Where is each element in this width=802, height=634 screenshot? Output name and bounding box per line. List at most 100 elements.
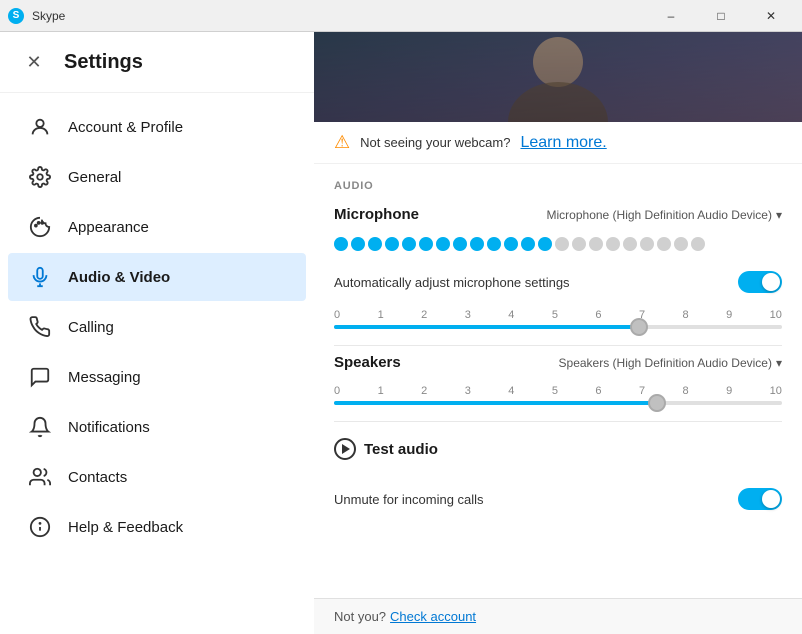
test-audio-button[interactable]: Test audio — [334, 430, 782, 468]
nav-item-messaging[interactable]: Messaging — [8, 353, 306, 401]
s-tick-1: 1 — [378, 385, 384, 397]
dot-14 — [555, 237, 569, 251]
speakers-dropdown[interactable]: Speakers (High Definition Audio Device) … — [559, 356, 782, 370]
audio-section-label: AUDIO — [334, 180, 782, 192]
nav-label-account: Account & Profile — [68, 119, 183, 136]
s-tick-2: 2 — [421, 385, 427, 397]
titlebar-left: S Skype — [8, 8, 65, 24]
dot-10 — [487, 237, 501, 251]
test-audio-label: Test audio — [364, 441, 438, 458]
person-icon — [28, 115, 52, 139]
tick-0: 0 — [334, 309, 340, 321]
divider-1 — [334, 345, 782, 346]
nav-label-notifications: Notifications — [68, 419, 150, 436]
tick-1: 1 — [378, 309, 384, 321]
not-you-bar: Not you? Check account — [314, 598, 802, 634]
speakers-device-name: Speakers (High Definition Audio Device) — [559, 356, 772, 370]
dot-7 — [436, 237, 450, 251]
play-triangle-icon — [342, 444, 350, 454]
play-icon — [334, 438, 356, 460]
message-icon — [28, 365, 52, 389]
tick-6: 6 — [595, 309, 601, 321]
slider-fill-1 — [334, 325, 639, 329]
dot-6 — [419, 237, 433, 251]
info-icon — [28, 515, 52, 539]
nav-item-account[interactable]: Account & Profile — [8, 103, 306, 151]
maximize-button[interactable]: □ — [698, 0, 744, 32]
dot-15 — [572, 237, 586, 251]
close-button[interactable]: ✕ — [748, 0, 794, 32]
auto-adjust-row: Automatically adjust microphone settings — [334, 263, 782, 301]
warning-icon: ⚠ — [334, 132, 350, 153]
gear-icon — [28, 165, 52, 189]
divider-2 — [334, 421, 782, 422]
auto-adjust-toggle[interactable] — [738, 271, 782, 293]
dot-4 — [385, 237, 399, 251]
phone-icon — [28, 315, 52, 339]
nav-item-audio-video[interactable]: Audio & Video — [8, 253, 306, 301]
nav-item-appearance[interactable]: Appearance — [8, 203, 306, 251]
learn-more-link[interactable]: Learn more. — [520, 134, 606, 152]
speakers-row: Speakers Speakers (High Definition Audio… — [334, 354, 782, 371]
webcam-preview — [314, 32, 802, 122]
dot-20 — [657, 237, 671, 251]
nav-label-audio-video: Audio & Video — [68, 269, 170, 286]
nav-label-help: Help & Feedback — [68, 519, 183, 536]
contacts-icon — [28, 465, 52, 489]
s-tick-5: 5 — [552, 385, 558, 397]
dot-17 — [606, 237, 620, 251]
nav-item-calling[interactable]: Calling — [8, 303, 306, 351]
toggle-knob — [762, 273, 780, 291]
microphone-device-name: Microphone (High Definition Audio Device… — [547, 208, 772, 222]
unmute-toggle[interactable] — [738, 488, 782, 510]
bell-icon — [28, 415, 52, 439]
dot-19 — [640, 237, 654, 251]
s-tick-4: 4 — [508, 385, 514, 397]
nav-item-general[interactable]: General — [8, 153, 306, 201]
s-tick-10: 10 — [770, 385, 782, 397]
dot-16 — [589, 237, 603, 251]
tick-5: 5 — [552, 309, 558, 321]
s-tick-9: 9 — [726, 385, 732, 397]
unmute-toggle-knob — [762, 490, 780, 508]
tick-2: 2 — [421, 309, 427, 321]
dot-22 — [691, 237, 705, 251]
microphone-dropdown[interactable]: Microphone (High Definition Audio Device… — [547, 208, 782, 222]
nav-item-contacts[interactable]: Contacts — [8, 453, 306, 501]
microphone-row: Microphone Microphone (High Definition A… — [334, 206, 782, 223]
dot-1 — [334, 237, 348, 251]
settings-close-button[interactable]: ✕ — [20, 48, 48, 76]
dot-8 — [453, 237, 467, 251]
nav-item-help[interactable]: Help & Feedback — [8, 503, 306, 551]
titlebar: S Skype – □ ✕ — [0, 0, 802, 32]
slider-thumb-1[interactable] — [630, 318, 648, 336]
unmute-label: Unmute for incoming calls — [334, 492, 484, 507]
titlebar-title: Skype — [32, 9, 65, 23]
mic-icon — [28, 265, 52, 289]
dot-9 — [470, 237, 484, 251]
dot-21 — [674, 237, 688, 251]
not-you-text: Not you? — [334, 609, 386, 624]
s-tick-7: 7 — [639, 385, 645, 397]
nav-label-calling: Calling — [68, 319, 114, 336]
settings-header: ✕ Settings — [0, 32, 314, 93]
speakers-label: Speakers — [334, 354, 401, 371]
slider-thumb-2[interactable] — [648, 394, 666, 412]
settings-panel: ✕ Settings Account & Profile — [0, 32, 314, 634]
minimize-button[interactable]: – — [648, 0, 694, 32]
speakers-slider[interactable] — [334, 401, 782, 405]
unmute-row: Unmute for incoming calls — [334, 480, 782, 518]
slider-fill-2 — [334, 401, 657, 405]
microphone-slider[interactable] — [334, 325, 782, 329]
tick-9: 9 — [726, 309, 732, 321]
check-account-link[interactable]: Check account — [390, 609, 476, 624]
nav-item-notifications[interactable]: Notifications — [8, 403, 306, 451]
settings-nav: Account & Profile General — [0, 93, 314, 634]
s-tick-3: 3 — [465, 385, 471, 397]
s-tick-8: 8 — [683, 385, 689, 397]
nav-label-messaging: Messaging — [68, 369, 141, 386]
tick-8: 8 — [683, 309, 689, 321]
microphone-slider-container: 0 1 2 3 4 5 6 7 8 9 10 — [334, 309, 782, 329]
speakers-slider-container: 0 1 2 3 4 5 6 7 8 9 10 — [334, 385, 782, 405]
nav-label-contacts: Contacts — [68, 469, 127, 486]
